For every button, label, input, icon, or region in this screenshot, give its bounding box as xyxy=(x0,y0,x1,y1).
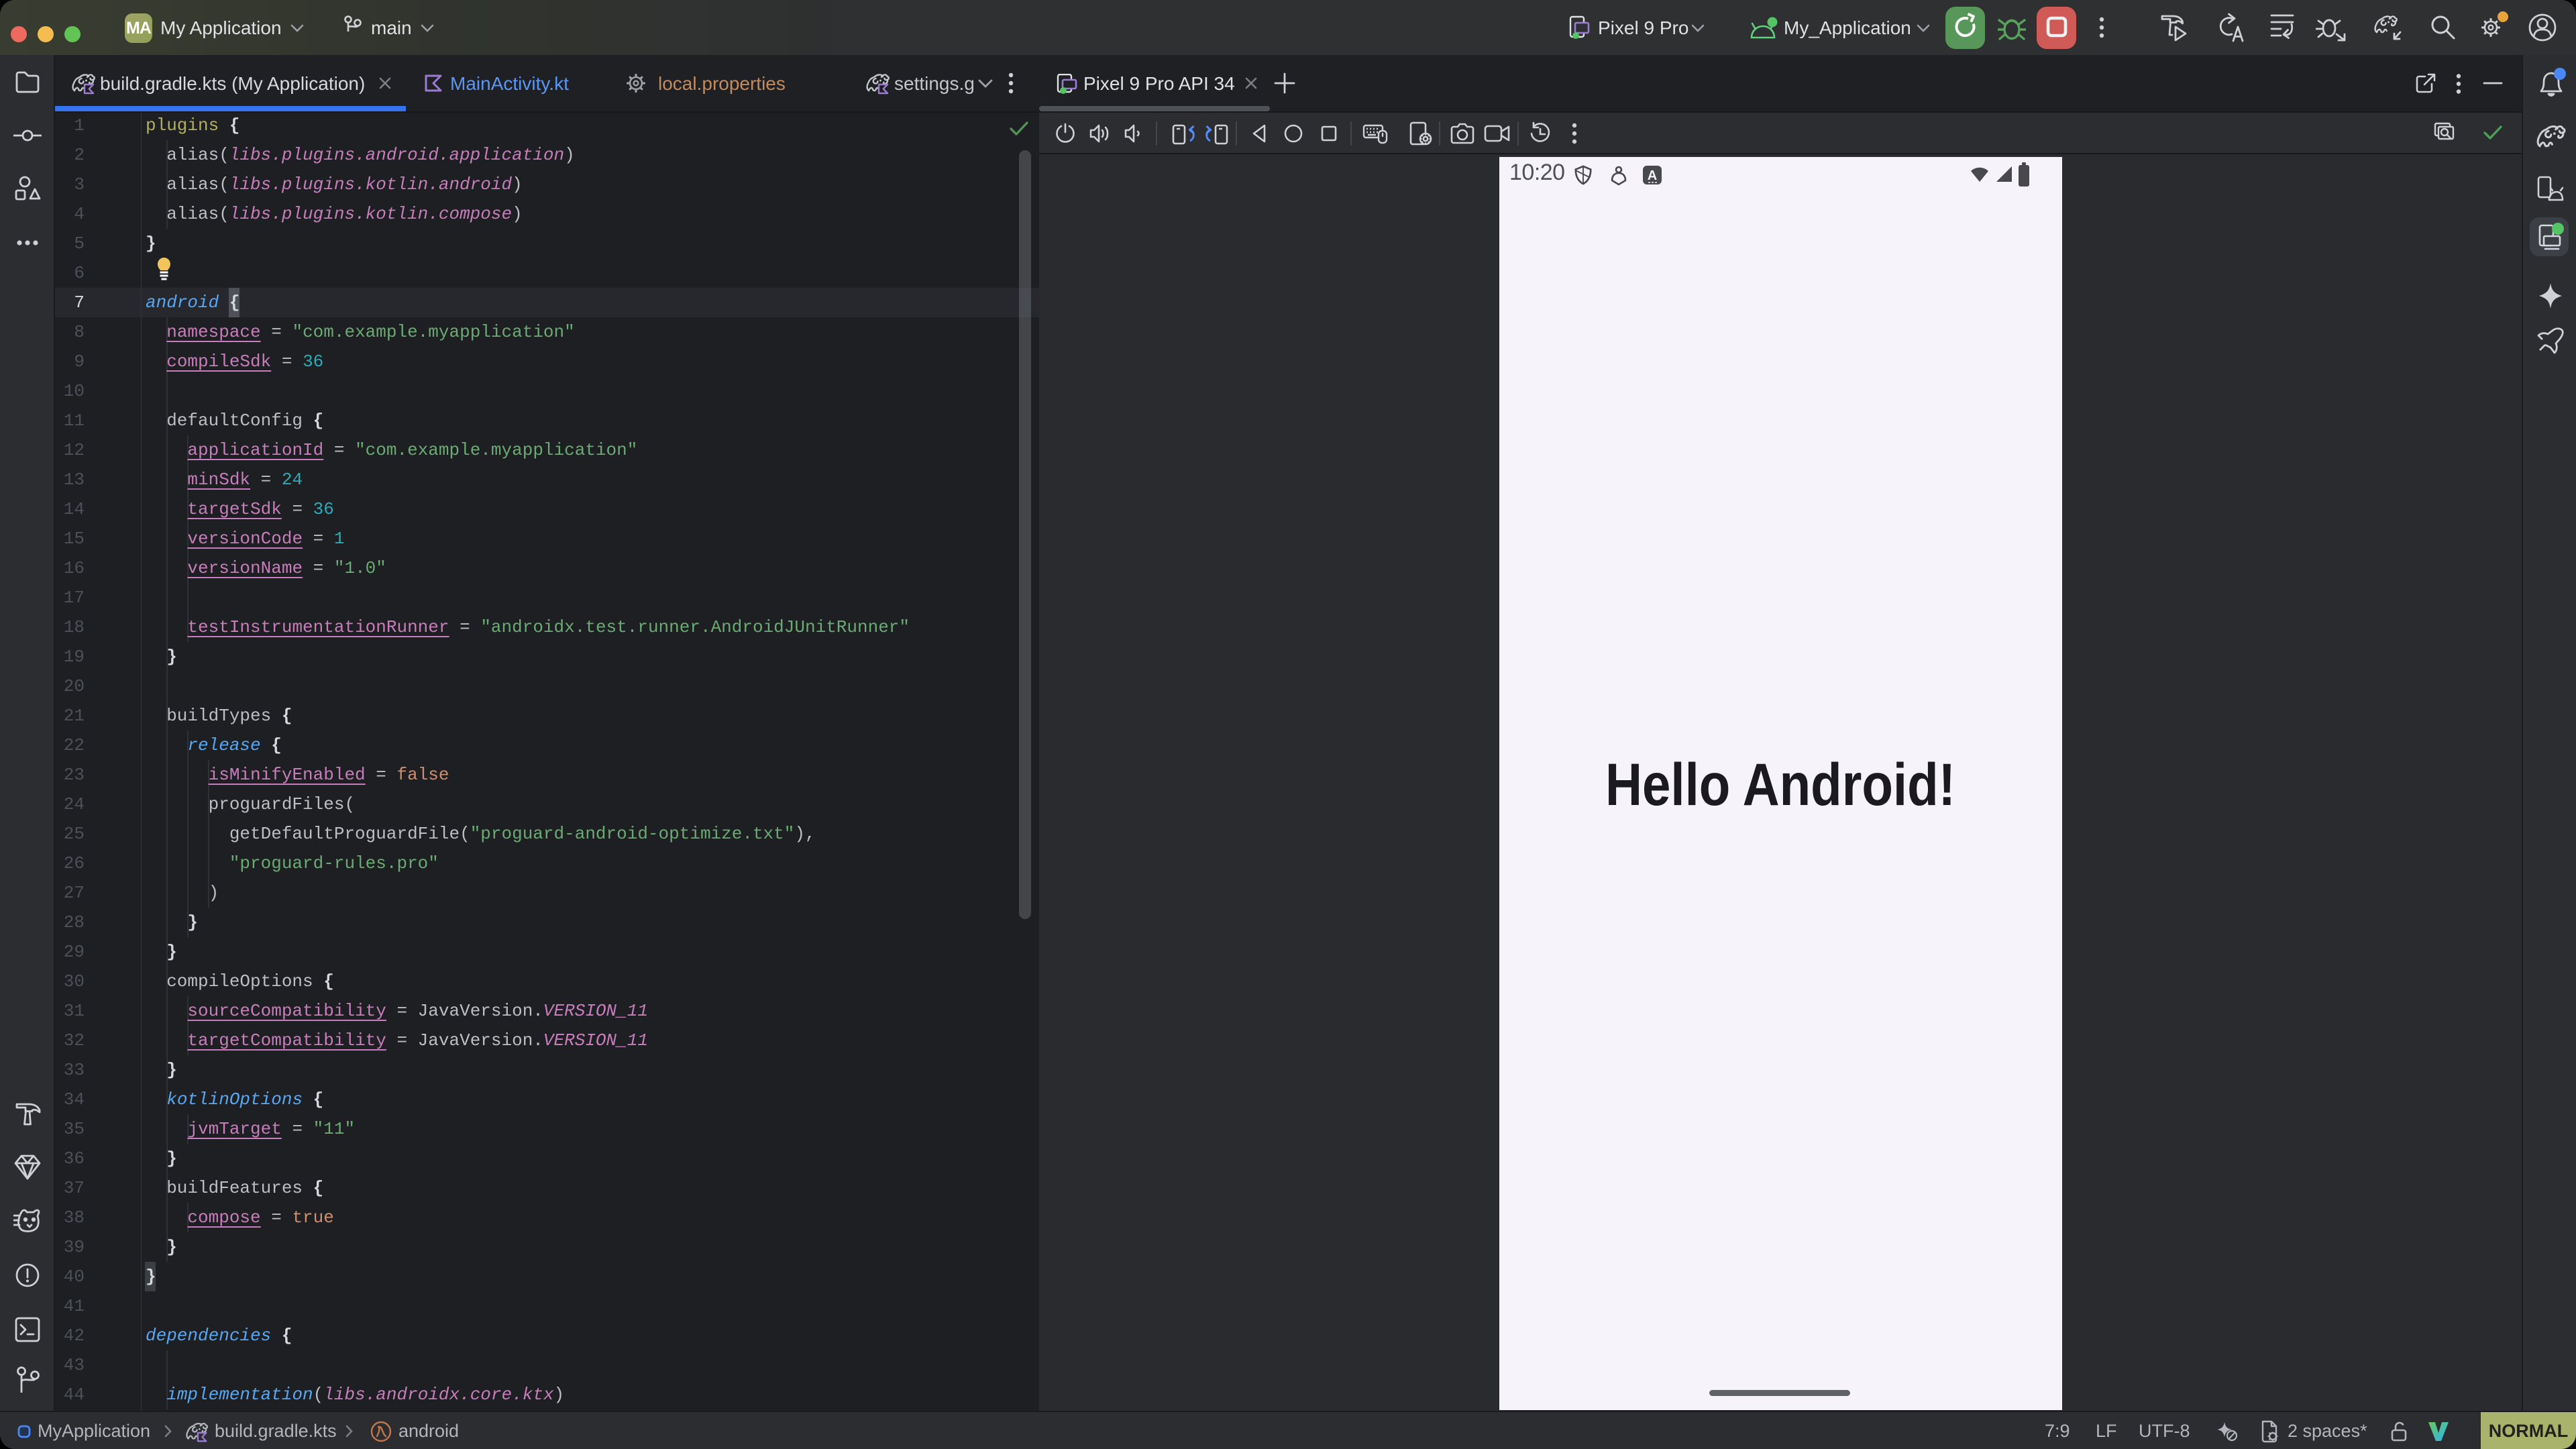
svg-text:A: A xyxy=(1648,168,1657,183)
svg-text:Hello Android!: Hello Android! xyxy=(1605,751,1955,818)
